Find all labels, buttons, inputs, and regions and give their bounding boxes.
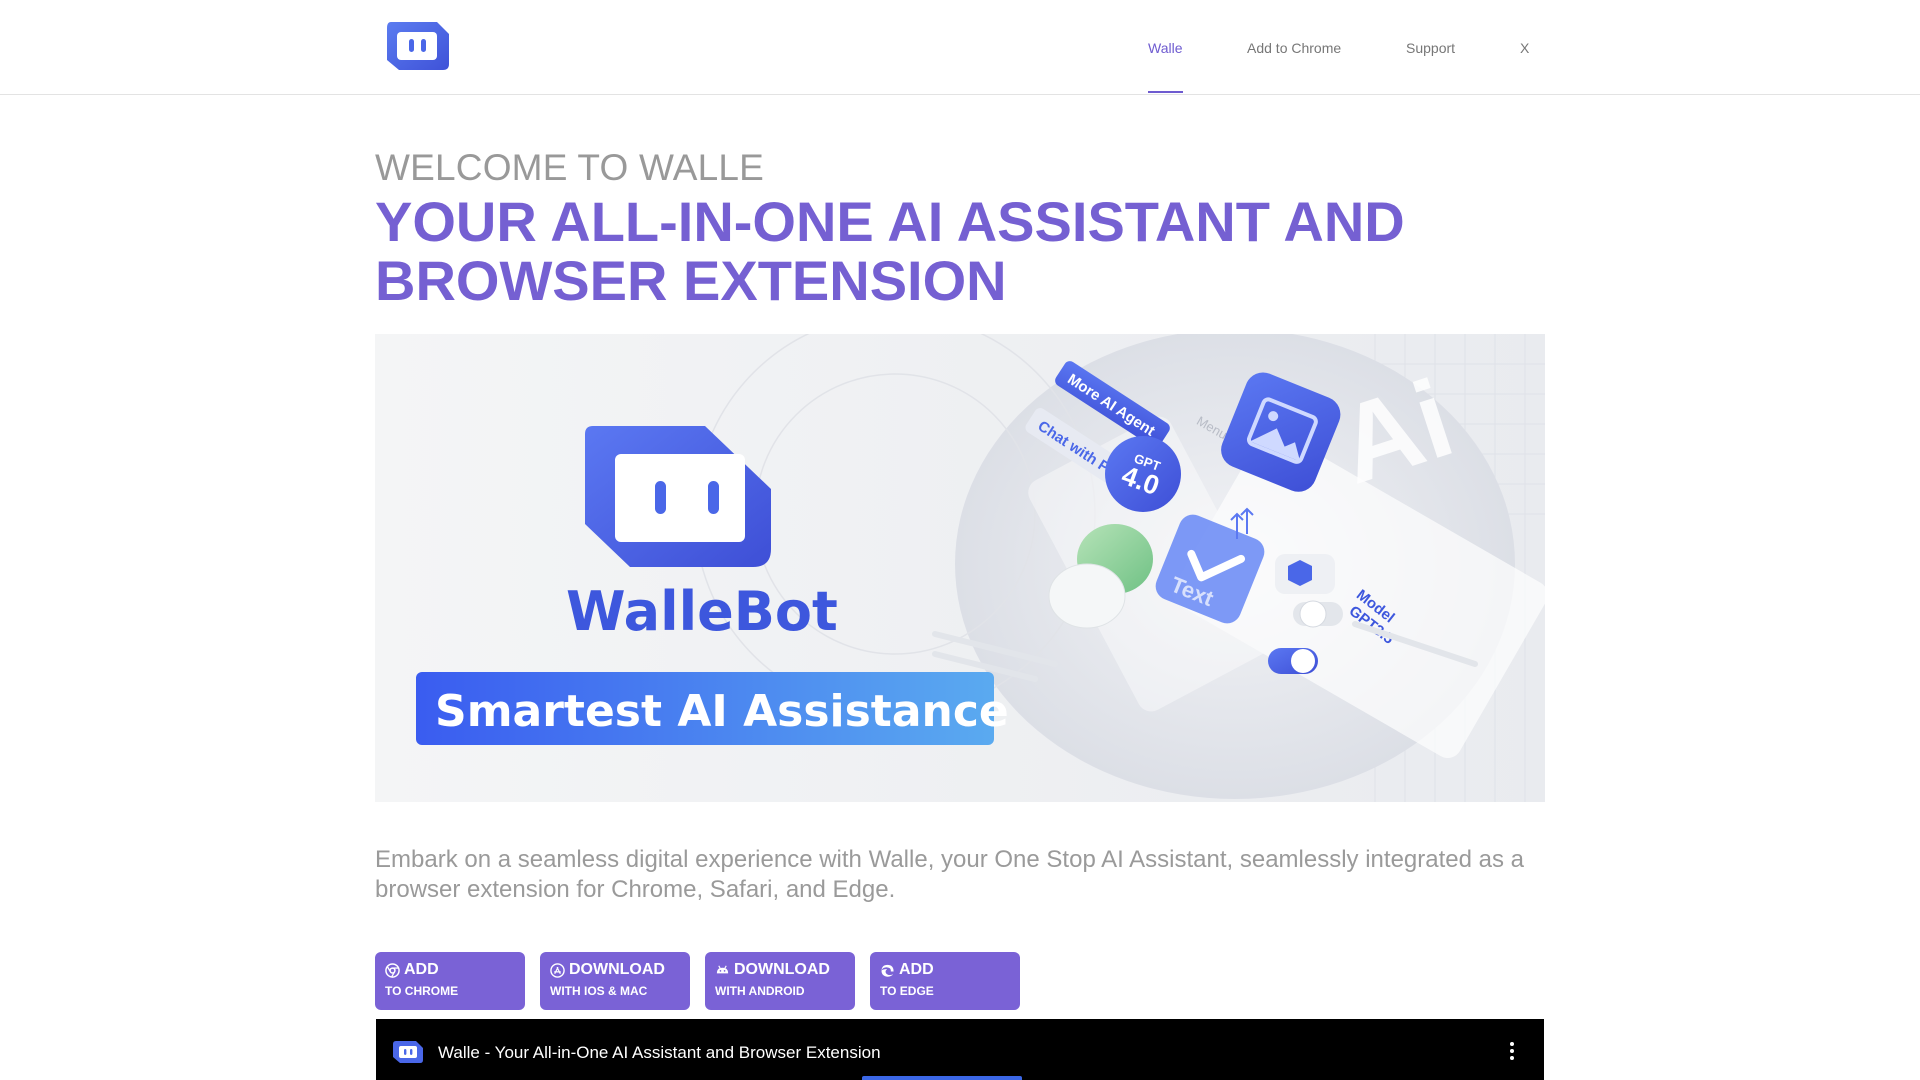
button-label-primary: ADD xyxy=(899,961,934,978)
add-to-edge-button[interactable]: ADD TO EDGE xyxy=(870,952,1020,1010)
download-android-button[interactable]: DOWNLOAD WITH ANDROID xyxy=(705,952,855,1010)
edge-icon xyxy=(881,964,894,977)
gpt-badge: GPT 4.0 xyxy=(1105,436,1181,512)
hero-description: Embark on a seamless digital experience … xyxy=(375,846,1524,903)
button-label-primary: DOWNLOAD xyxy=(569,961,665,978)
button-label-secondary: TO EDGE xyxy=(880,984,934,998)
hero-kicker: WELCOME TO WALLE xyxy=(375,147,765,188)
download-ios-mac-button[interactable]: DOWNLOAD WITH IOS & MAC xyxy=(540,952,690,1010)
add-to-chrome-button[interactable]: ADD TO CHROME xyxy=(375,952,525,1010)
chrome-icon xyxy=(385,962,400,978)
video-channel-logo-icon[interactable] xyxy=(392,1040,424,1064)
video-thumbnail-accent xyxy=(862,1076,1022,1080)
hero-banner-image: Ai Menu WalleBot Smartest AI Assistance … xyxy=(375,334,1545,802)
main-nav: Walle Add to Chrome Support X xyxy=(0,0,1920,94)
app-store-icon xyxy=(550,962,565,978)
button-label-secondary: WITH ANDROID xyxy=(715,984,805,998)
button-label-primary: ADD xyxy=(404,961,439,978)
video-title[interactable]: Walle - Your All-in-One AI Assistant and… xyxy=(438,1043,881,1063)
nav-link-x[interactable]: X xyxy=(1520,40,1529,56)
banner-illustration: Ai Menu WalleBot Smartest AI Assistance … xyxy=(375,334,1545,802)
brand-name: WalleBot xyxy=(566,580,838,643)
nav-link-walle[interactable]: Walle xyxy=(1148,40,1183,56)
embedded-video-player[interactable]: Walle - Your All-in-One AI Assistant and… xyxy=(376,1019,1544,1080)
more-options-icon[interactable] xyxy=(1510,1042,1514,1060)
white-disc xyxy=(1048,563,1126,629)
button-label-secondary: TO CHROME xyxy=(385,984,459,998)
top-navigation-bar: Walle Add to Chrome Support X xyxy=(0,0,1920,95)
nav-link-support[interactable]: Support xyxy=(1406,40,1455,56)
button-label-primary: DOWNLOAD xyxy=(734,961,830,978)
hero-title: YOUR ALL-IN-ONE AI ASSISTANT AND BROWSER… xyxy=(375,190,1405,312)
button-label-secondary: WITH IOS & MAC xyxy=(550,984,648,998)
tagline: Smartest AI Assistance xyxy=(435,686,1009,737)
android-icon xyxy=(716,965,729,973)
nav-link-add-to-chrome[interactable]: Add to Chrome xyxy=(1247,40,1341,56)
nav-active-indicator xyxy=(1148,91,1183,93)
